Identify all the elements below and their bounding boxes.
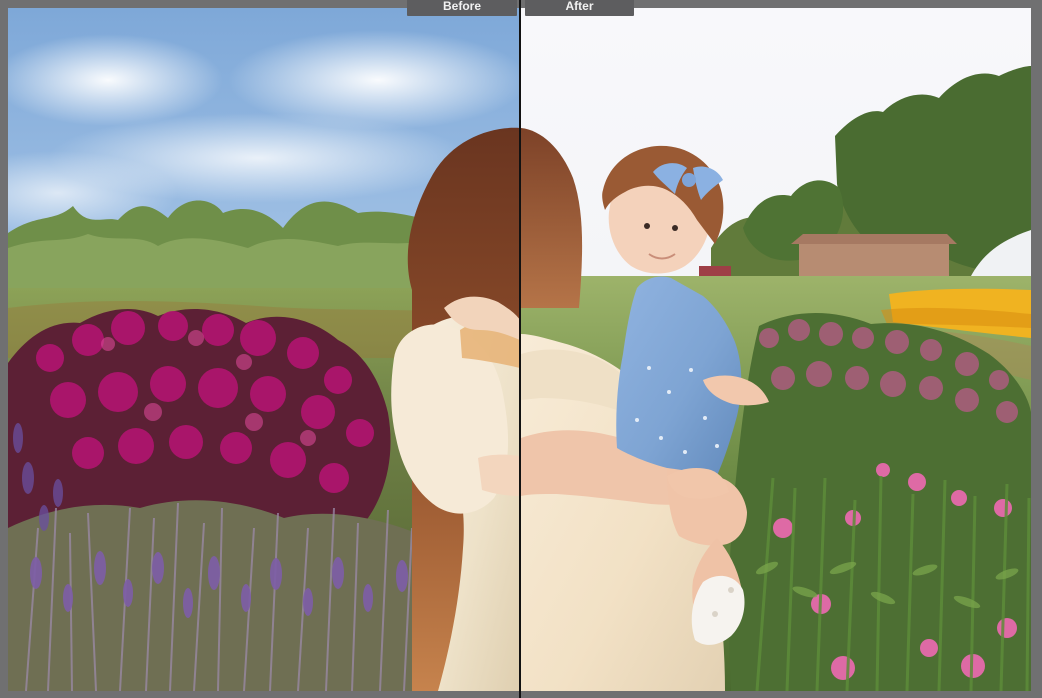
after-pane [521,8,1031,691]
before-pane [8,8,520,691]
after-label: After [525,0,634,16]
before-after-viewer: Before After [0,0,1042,698]
before-label: Before [407,0,517,16]
photo-before-image [8,8,520,691]
comparison-divider[interactable] [519,0,521,698]
photo-after-image [521,8,1031,691]
